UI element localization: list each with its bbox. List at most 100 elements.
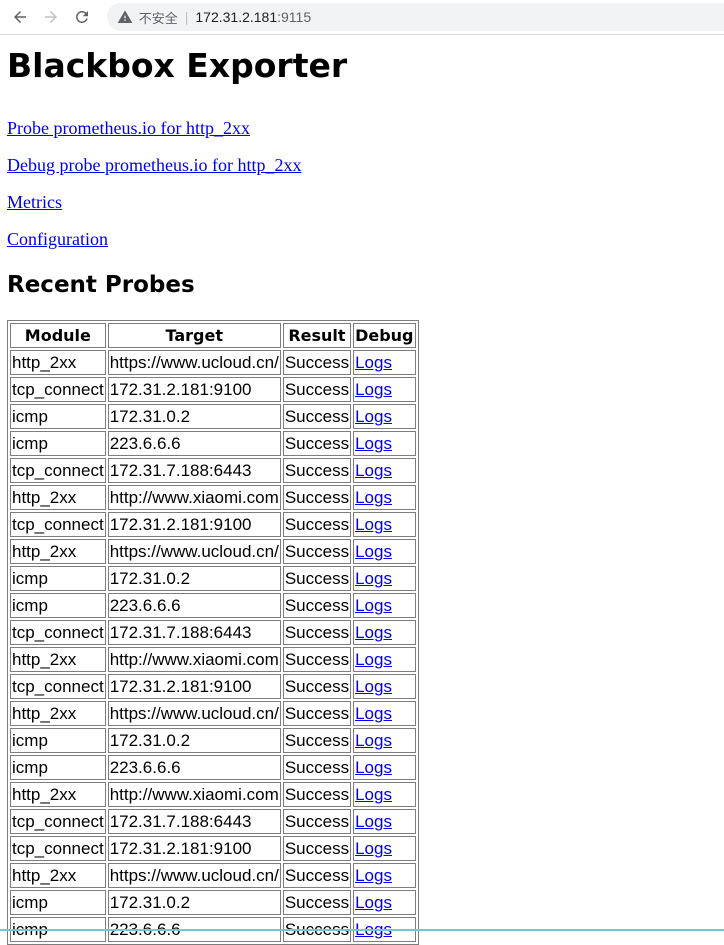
result-cell: Success xyxy=(282,350,352,375)
module-cell: tcp_connect xyxy=(10,377,106,402)
target-cell: 223.6.6.6 xyxy=(107,593,281,618)
logs-link[interactable]: Logs xyxy=(355,812,392,831)
forward-arrow-icon xyxy=(44,11,57,23)
target-cell: 223.6.6.6 xyxy=(107,755,281,780)
module-cell: tcp_connect xyxy=(10,809,106,834)
table-row: http_2xx http://www.xiaomi.com Success Logs xyxy=(10,647,416,672)
logs-link[interactable]: Logs xyxy=(355,704,392,723)
module-cell: tcp_connect xyxy=(10,674,106,699)
logs-link[interactable]: Logs xyxy=(355,623,392,642)
result-cell: Success xyxy=(282,809,352,834)
table-row: http_2xx https://www.ucloud.cn/Success Log… xyxy=(10,701,416,726)
debug-probe-link[interactable]: Debug probe prometheus.io for http_2xx xyxy=(7,155,717,176)
table-row: icmp 223.6.6.6 Success Logs xyxy=(10,755,416,780)
debug-cell: Logs xyxy=(353,431,416,456)
probe-link[interactable]: Probe prometheus.io for http_2xx xyxy=(7,118,717,139)
logs-link[interactable]: Logs xyxy=(355,515,392,534)
logs-link[interactable]: Logs xyxy=(355,596,392,615)
logs-link[interactable]: Logs xyxy=(355,785,392,804)
module-cell: icmp xyxy=(10,755,106,780)
logs-link[interactable]: Logs xyxy=(355,758,392,777)
debug-cell: Logs xyxy=(353,728,416,753)
module-cell: http_2xx xyxy=(10,539,106,564)
module-cell: http_2xx xyxy=(10,863,106,888)
result-cell: Success xyxy=(282,485,352,510)
table-row: icmp 172.31.0.2 Success Logs xyxy=(10,566,416,591)
logs-link[interactable]: Logs xyxy=(355,488,392,507)
logs-link[interactable]: Logs xyxy=(355,542,392,561)
back-arrow-icon xyxy=(13,11,26,23)
module-cell: icmp xyxy=(10,890,106,915)
page-title: Blackbox Exporter xyxy=(7,46,348,85)
module-cell: icmp xyxy=(10,431,106,456)
logs-link[interactable]: Logs xyxy=(355,461,392,480)
module-cell: icmp xyxy=(10,728,106,753)
target-cell: 172.31.2.181:9100 xyxy=(107,512,281,537)
target-cell: https://www.ucloud.cn/ xyxy=(107,350,281,375)
table-row: tcp_connect 172.31.2.181:9100 Success Logs xyxy=(10,512,416,537)
table-row: http_2xx http://www.xiaomi.com Success Logs xyxy=(10,782,416,807)
result-cell: Success xyxy=(282,566,352,591)
metrics-link[interactable]: Metrics xyxy=(7,192,717,213)
result-cell: Success xyxy=(282,593,352,618)
result-cell: Success xyxy=(282,431,352,456)
table-row: http_2xx https://www.ucloud.cn/Success Log… xyxy=(10,539,416,564)
back-button[interactable] xyxy=(9,6,31,28)
address-bar[interactable]: 不安全 | 172.31.2.181:9115 xyxy=(106,3,724,31)
logs-link[interactable]: Logs xyxy=(355,893,392,912)
result-cell: Success xyxy=(282,377,352,402)
nav-links: Probe prometheus.io for http_2xx Debug p… xyxy=(7,118,717,250)
debug-cell: Logs xyxy=(353,782,416,807)
debug-cell: Logs xyxy=(353,809,416,834)
target-cell: 172.31.2.181:9100 xyxy=(107,836,281,861)
result-cell: Success xyxy=(282,701,352,726)
target-cell: http://www.xiaomi.com xyxy=(107,485,281,510)
debug-cell: Logs xyxy=(353,377,416,402)
target-cell: https://www.ucloud.cn/ xyxy=(107,701,281,726)
logs-link[interactable]: Logs xyxy=(355,839,392,858)
module-cell: tcp_connect xyxy=(10,512,106,537)
column-header-module: Module xyxy=(10,323,106,348)
debug-cell: Logs xyxy=(353,701,416,726)
result-cell: Success xyxy=(282,620,352,645)
debug-cell: Logs xyxy=(353,566,416,591)
table-body: http_2xx https://www.ucloud.cn/Success Log… xyxy=(10,350,416,942)
logs-link[interactable]: Logs xyxy=(355,569,392,588)
logs-link[interactable]: Logs xyxy=(355,353,392,372)
result-cell: Success xyxy=(282,512,352,537)
target-cell: 172.31.2.181:9100 xyxy=(107,674,281,699)
result-cell: Success xyxy=(282,647,352,672)
recent-probes-table: Module Target Result Debug http_2xx https… xyxy=(7,320,419,945)
bottom-border xyxy=(0,929,724,931)
debug-cell: Logs xyxy=(353,458,416,483)
module-cell: tcp_connect xyxy=(10,620,106,645)
logs-link[interactable]: Logs xyxy=(355,380,392,399)
logs-link[interactable]: Logs xyxy=(355,866,392,885)
debug-cell: Logs xyxy=(353,512,416,537)
debug-cell: Logs xyxy=(353,647,416,672)
result-cell: Success xyxy=(282,539,352,564)
logs-link[interactable]: Logs xyxy=(355,434,392,453)
logs-link[interactable]: Logs xyxy=(355,650,392,669)
table-row: http_2xx https://www.ucloud.cn/Success Log… xyxy=(10,863,416,888)
target-cell: 223.6.6.6 xyxy=(107,431,281,456)
table-row: tcp_connect 172.31.2.181:9100 Success Logs xyxy=(10,674,416,699)
result-cell: Success xyxy=(282,755,352,780)
target-cell: http://www.xiaomi.com xyxy=(107,782,281,807)
module-cell: tcp_connect xyxy=(10,458,106,483)
logs-link[interactable]: Logs xyxy=(355,731,392,750)
target-cell: https://www.ucloud.cn/ xyxy=(107,863,281,888)
warning-icon xyxy=(117,9,133,25)
target-cell: 172.31.0.2 xyxy=(107,404,281,429)
table-row: icmp 223.6.6.6 Success Logs xyxy=(10,431,416,456)
result-cell: Success xyxy=(282,404,352,429)
configuration-link[interactable]: Configuration xyxy=(7,229,717,250)
result-cell: Success xyxy=(282,863,352,888)
module-cell: tcp_connect xyxy=(10,836,106,861)
reload-button[interactable] xyxy=(71,6,93,28)
logs-link[interactable]: Logs xyxy=(355,677,392,696)
logs-link[interactable]: Logs xyxy=(355,407,392,426)
module-cell: http_2xx xyxy=(10,701,106,726)
table-row: tcp_connect 172.31.2.181:9100 Success Logs xyxy=(10,377,416,402)
forward-button[interactable] xyxy=(40,6,62,28)
